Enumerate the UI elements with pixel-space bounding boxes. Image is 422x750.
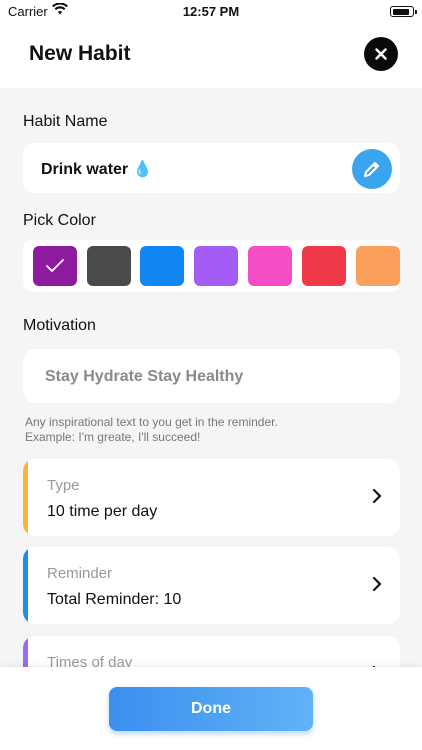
color-swatch[interactable]: [87, 246, 131, 286]
chevron-right-icon: [372, 576, 382, 597]
color-picker: [23, 240, 400, 292]
color-swatch[interactable]: [194, 246, 238, 286]
color-swatch[interactable]: [302, 246, 346, 286]
pick-color-label: Pick Color: [23, 212, 96, 229]
option-reminder[interactable]: Reminder Total Reminder: 10: [23, 547, 400, 624]
battery-icon: [390, 6, 417, 17]
motivation-field[interactable]: Stay Hydrate Stay Healthy: [23, 349, 400, 403]
close-icon: [375, 48, 387, 60]
checkmark-icon: [46, 259, 64, 272]
header: New Habit: [0, 24, 422, 88]
habit-name-field[interactable]: Drink water 💧: [23, 143, 400, 193]
bottom-bar: Done: [0, 667, 422, 750]
done-button[interactable]: Done: [109, 687, 313, 731]
habit-name-value: Drink water 💧: [41, 161, 153, 178]
motivation-hint-line-2: Example: I'm greate, I'll succeed!: [25, 430, 201, 444]
accent-bar: [23, 459, 28, 536]
status-bar: Carrier 12:57 PM: [0, 0, 422, 24]
motivation-hint-line-1: Any inspirational text to you get in the…: [25, 415, 278, 429]
edit-name-button[interactable]: [352, 149, 392, 189]
chevron-right-icon: [372, 488, 382, 509]
option-value: 10 time per day: [47, 503, 158, 520]
clock: 12:57 PM: [182, 4, 240, 19]
option-label: Reminder: [47, 565, 113, 582]
option-label: Type: [47, 477, 80, 494]
motivation-value: Stay Hydrate Stay Healthy: [45, 368, 244, 385]
motivation-hint: Any inspirational text to you get in the…: [25, 415, 278, 445]
color-swatch[interactable]: [33, 246, 77, 286]
option-value: Total Reminder: 10: [47, 591, 182, 608]
accent-bar: [23, 547, 28, 624]
color-swatch[interactable]: [140, 246, 184, 286]
habit-name-label: Habit Name: [23, 113, 108, 130]
motivation-label: Motivation: [23, 317, 96, 334]
pencil-icon: [364, 162, 379, 177]
close-button[interactable]: [364, 37, 398, 71]
page-title: New Habit: [29, 42, 131, 65]
color-swatch[interactable]: [356, 246, 400, 286]
color-swatch[interactable]: [248, 246, 292, 286]
option-type[interactable]: Type 10 time per day: [23, 459, 400, 536]
